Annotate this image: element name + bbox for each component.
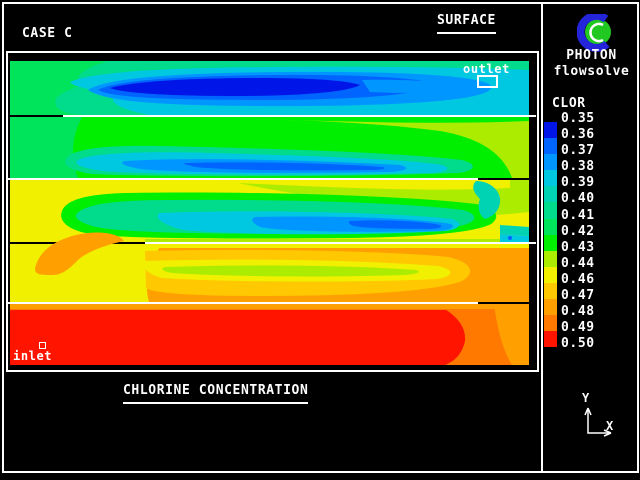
baffle-line: [7, 302, 478, 304]
legend-level: 0.50: [561, 336, 595, 352]
x-axis-label: X: [606, 419, 614, 433]
legend-swatch: [544, 251, 557, 267]
legend-level: 0.36: [561, 127, 595, 143]
legend-level: 0.35: [561, 111, 595, 127]
plot-caption: CHLORINE CONCENTRATION: [123, 383, 308, 404]
baffle-line: [145, 242, 536, 244]
legend-level: 0.42: [561, 224, 595, 240]
contour-field: [10, 61, 529, 365]
photon-logo-icon: [577, 14, 615, 52]
legend-swatch: [544, 202, 557, 218]
view-mode-text: SURFACE: [437, 13, 496, 34]
legend-level: 0.40: [561, 191, 595, 207]
legend-swatch: [544, 138, 557, 154]
legend-level: 0.46: [561, 272, 595, 288]
legend-swatch: [544, 170, 557, 186]
contour-region: [145, 244, 529, 248]
y-axis-label: Y: [582, 391, 590, 405]
plot-caption-text: CHLORINE CONCENTRATION: [123, 383, 308, 404]
outlet-label: outlet: [463, 62, 510, 76]
app-name: PHOTON: [543, 48, 640, 63]
legend-level: 0.43: [561, 240, 595, 256]
legend-level: 0.49: [561, 320, 595, 336]
legend-title: CLOR: [552, 96, 586, 111]
contour-region: [10, 310, 465, 365]
legend-swatch: [544, 186, 557, 202]
legend-swatch: [544, 235, 557, 251]
contour-region: [508, 236, 512, 240]
inlet-label: inlet: [13, 349, 52, 363]
baffle-line: [7, 178, 478, 180]
legend-swatch: [544, 122, 557, 138]
legend-level: 0.47: [561, 288, 595, 304]
photon-app-screen: CASE C SURFACE: [0, 0, 640, 480]
baffle-line: [63, 115, 536, 117]
outlet-marker: [477, 75, 498, 88]
view-mode-label: SURFACE: [437, 13, 496, 34]
legend-swatch: [544, 154, 557, 170]
legend-labels: 0.35 0.36 0.37 0.38 0.39 0.40 0.41 0.42 …: [561, 111, 595, 352]
case-title: CASE C: [22, 26, 73, 41]
legend-level: 0.48: [561, 304, 595, 320]
contour-region: [10, 304, 529, 309]
legend-level: 0.38: [561, 159, 595, 175]
legend-swatch: [544, 315, 557, 331]
legend-swatch: [544, 283, 557, 299]
legend-level: 0.44: [561, 256, 595, 272]
legend-level: 0.37: [561, 143, 595, 159]
legend-swatch: [544, 299, 557, 315]
legend-level: 0.41: [561, 208, 595, 224]
legend-swatch: [544, 331, 557, 347]
legend-swatch: [544, 219, 557, 235]
legend-level: 0.39: [561, 175, 595, 191]
legend-swatch: [544, 267, 557, 283]
app-subname: flowsolve: [543, 64, 640, 79]
inlet-marker: [39, 342, 46, 349]
contour-region: [10, 117, 82, 178]
legend-swatch-column: [544, 122, 557, 347]
